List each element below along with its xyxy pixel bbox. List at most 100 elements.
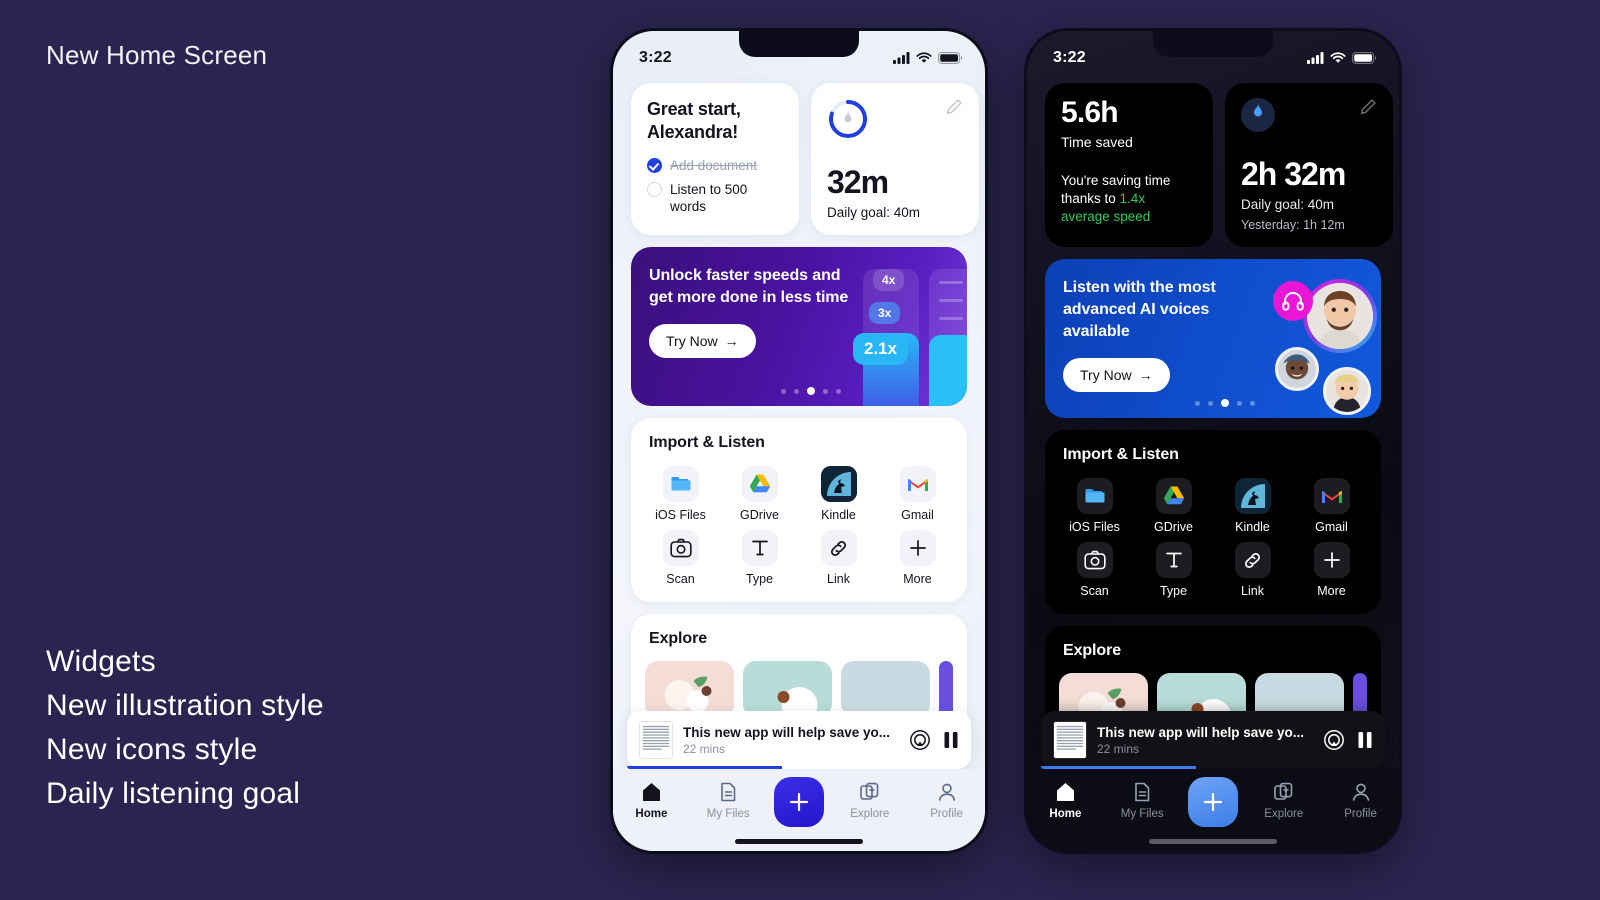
task-row[interactable]: Add document [647,157,783,174]
import-item-scan[interactable]: Scan [645,530,716,586]
cellular-signal-icon [893,52,910,64]
player-text: This new app will help save yo... 22 min… [1097,725,1313,756]
tab-explore[interactable]: Explore [839,781,901,820]
carousel-dot[interactable] [823,388,828,394]
airplay-icon[interactable] [1323,729,1345,751]
import-listen-card: Import & Listen iOS Files GDrive Kindle … [1045,430,1381,614]
cards-icon [1274,782,1293,800]
greeting-widget[interactable]: Great start, Alexandra! Add document Lis… [631,83,799,235]
speed-slider-illustration: 4x 3x 2.1x [849,247,967,406]
try-now-button[interactable]: Try Now → [1063,358,1170,392]
status-bar-icons [1307,52,1377,64]
avatar [1275,347,1319,391]
import-item-gmail[interactable]: Gmail [882,466,953,522]
battery-icon [1352,52,1377,64]
speed-badge-4x[interactable]: 4x [873,269,905,291]
document-icon [721,782,736,802]
carousel-dot[interactable] [781,388,786,394]
time-saved-widget[interactable]: 5.6h Time saved You're saving time thank… [1045,83,1213,247]
carousel-dot-active[interactable] [807,387,815,395]
pencil-icon[interactable] [1359,98,1377,116]
import-item-gmail[interactable]: Gmail [1296,478,1367,534]
import-item-gdrive[interactable]: GDrive [724,466,795,522]
explore-thumbnail[interactable] [841,661,930,717]
carousel-dot[interactable] [1250,400,1255,406]
task-label: Listen to 500 words [670,182,748,214]
tab-label: Home [1049,808,1082,820]
explore-title: Explore [1063,642,1121,659]
import-item-link[interactable]: Link [803,530,874,586]
tab-profile[interactable]: Profile [1330,781,1392,820]
import-item-label: More [1317,584,1346,598]
import-item-label: Gmail [901,508,934,522]
player-controls [1323,729,1373,751]
explore-thumbnails [645,661,953,717]
speed-badge-active[interactable]: 2.1x [853,333,909,365]
phone-notch [1153,31,1273,57]
import-item-more[interactable]: More [1296,542,1367,598]
goal-yesterday: Yesterday: 1h 12m [1241,218,1345,232]
promo-banner[interactable]: Listen with the most advanced AI voices … [1045,259,1381,418]
daily-goal-widget[interactable]: 32m Daily goal: 40m [811,83,979,235]
mini-player[interactable]: This new app will help save yo... 22 min… [1041,711,1385,769]
import-item-link[interactable]: Link [1217,542,1288,598]
explore-thumbnail[interactable] [743,661,832,717]
task-row[interactable]: Listen to 500 words [647,181,783,215]
create-fab-button[interactable] [1187,777,1238,827]
voice-avatars-illustration [1247,259,1377,418]
pencil-icon[interactable] [945,98,963,116]
player-controls [909,729,959,751]
import-item-ios-files[interactable]: iOS Files [1059,478,1130,534]
checkbox-checked-icon[interactable] [647,158,662,173]
import-item-type[interactable]: Type [1138,542,1209,598]
carousel-dot[interactable] [1208,400,1213,406]
explore-thumbnail[interactable] [939,661,953,717]
carousel-dot-active[interactable] [1221,399,1229,407]
import-item-gdrive[interactable]: GDrive [1138,478,1209,534]
tab-explore[interactable]: Explore [1253,781,1315,820]
goal-value: 32m [827,164,889,200]
carousel-dots[interactable] [1195,399,1255,407]
tab-my-files[interactable]: My Files [1111,781,1173,820]
plus-icon [789,792,809,812]
airplay-icon[interactable] [909,729,931,751]
import-item-kindle[interactable]: Kindle [1217,478,1288,534]
import-listen-card: Import & Listen iOS Files GDrive Kindle … [631,418,967,602]
speed-badge-3x[interactable]: 3x [869,302,901,324]
arrow-right-icon: → [724,333,739,349]
import-item-more[interactable]: More [882,530,953,586]
carousel-dot[interactable] [794,388,799,394]
try-now-button[interactable]: Try Now → [649,324,756,358]
import-item-ios-files[interactable]: iOS Files [645,466,716,522]
tab-home[interactable]: Home [620,781,682,820]
task-label: Add document [670,158,758,173]
explore-thumbnail[interactable] [645,661,734,717]
player-thumbnail [1053,721,1087,759]
person-icon [938,783,955,801]
import-item-scan[interactable]: Scan [1059,542,1130,598]
tab-label: Profile [1344,808,1377,820]
carousel-dot[interactable] [836,388,841,394]
greeting-title: Great start, Alexandra! [647,99,741,142]
tick-mark [939,317,963,320]
kindle-icon [1234,478,1271,514]
import-item-kindle[interactable]: Kindle [803,466,874,522]
carousel-dot[interactable] [1237,400,1242,406]
carousel-dot[interactable] [1195,400,1200,406]
carousel-dots[interactable] [781,387,841,395]
tab-profile[interactable]: Profile [916,781,978,820]
promo-banner[interactable]: Unlock faster speeds and get more done i… [631,247,967,406]
tab-my-files[interactable]: My Files [697,781,759,820]
tab-home[interactable]: Home [1034,781,1096,820]
pause-icon[interactable] [943,731,959,749]
feature-item: New icons style [46,733,258,766]
import-item-label: Scan [1080,584,1109,598]
tick-mark [939,299,963,302]
daily-goal-widget[interactable]: 2h 32m Daily goal: 40m Yesterday: 1h 12m [1225,83,1393,247]
checkbox-unchecked-icon[interactable] [647,182,662,197]
tab-label: Explore [1264,808,1304,820]
pause-icon[interactable] [1357,731,1373,749]
import-item-type[interactable]: Type [724,530,795,586]
create-fab-button[interactable] [773,777,824,827]
mini-player[interactable]: This new app will help save yo... 22 min… [627,711,971,769]
